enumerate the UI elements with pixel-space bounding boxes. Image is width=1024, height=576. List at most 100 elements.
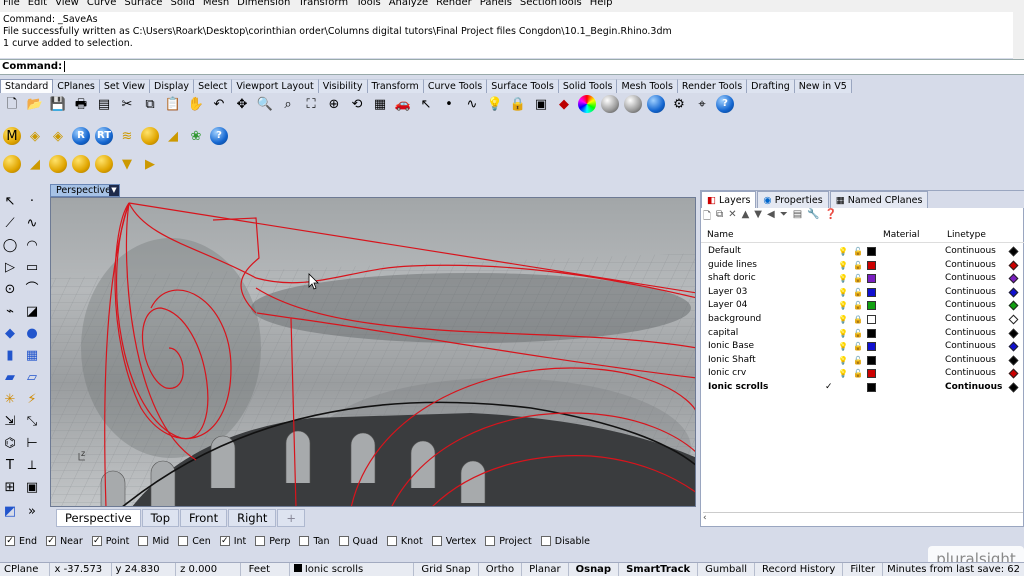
- unlock-icon[interactable]: 🔓: [853, 299, 863, 312]
- osnap-end[interactable]: ✓ End: [5, 536, 37, 547]
- layer-color-swatch[interactable]: [867, 342, 876, 352]
- layer-linetype[interactable]: Continuous: [945, 381, 1002, 394]
- unlock-icon[interactable]: 🔓: [853, 354, 863, 367]
- layer-row[interactable]: guide lines 💡 🔓 Continuous: [701, 259, 1024, 273]
- checkbox[interactable]: [338, 536, 349, 546]
- unlock-icon[interactable]: 🔓: [853, 286, 863, 299]
- move-arrows-icon[interactable]: ⇲: [1, 412, 19, 430]
- menu-view[interactable]: View: [52, 0, 84, 10]
- units[interactable]: Feet: [241, 563, 290, 576]
- select-icon[interactable]: ↖: [1, 192, 19, 210]
- checkbox[interactable]: ✓: [91, 536, 102, 546]
- checkbox[interactable]: [138, 536, 149, 546]
- environment-icon[interactable]: ❀: [187, 127, 205, 145]
- osnap-perp[interactable]: Perp: [255, 536, 290, 547]
- layer-linetype[interactable]: Continuous: [945, 259, 996, 272]
- directional-light-icon[interactable]: ◢: [26, 155, 44, 173]
- car-icon[interactable]: 🚗: [394, 95, 412, 113]
- sphere-solid-icon[interactable]: ●: [23, 324, 41, 342]
- osnap-quad[interactable]: Quad: [338, 536, 378, 547]
- bulb-icon[interactable]: 💡: [838, 340, 848, 353]
- unlock-icon[interactable]: 🔓: [853, 259, 863, 272]
- layer-color-swatch[interactable]: [867, 301, 876, 311]
- print-color-icon[interactable]: [1008, 341, 1019, 352]
- more-tools-icon[interactable]: »: [23, 502, 41, 520]
- tab-viewport-layout[interactable]: Viewport Layout: [232, 79, 319, 93]
- r-render-icon[interactable]: R: [72, 127, 90, 145]
- menu-mesh[interactable]: Mesh: [200, 0, 234, 10]
- menu-panels[interactable]: Panels: [477, 0, 517, 10]
- cut-icon[interactable]: ✂: [118, 95, 136, 113]
- rotate-view-icon[interactable]: ⟲: [348, 95, 366, 113]
- boolean-icon[interactable]: ▱: [23, 368, 41, 386]
- move-down-icon[interactable]: ▼: [754, 209, 762, 223]
- bulb-icon[interactable]: 💡: [838, 327, 848, 340]
- bulb-icon[interactable]: 💡: [838, 286, 848, 299]
- layer-row[interactable]: background 💡 🔒 Continuous: [701, 313, 1024, 327]
- checkbox[interactable]: [431, 536, 442, 546]
- tab-standard[interactable]: Standard: [0, 79, 54, 93]
- viewport-tab-perspective[interactable]: Perspective: [56, 509, 141, 527]
- unlock-icon[interactable]: 🔓: [853, 245, 863, 258]
- checkbox[interactable]: ✓: [5, 536, 15, 546]
- spotlight-icon[interactable]: ◢: [164, 127, 182, 145]
- layer-color-swatch[interactable]: [867, 260, 876, 270]
- scroll-left-icon[interactable]: ‹: [703, 513, 707, 523]
- layer-row[interactable]: shaft doric 💡 🔓 Continuous: [701, 272, 1024, 286]
- layer-linetype[interactable]: Continuous: [945, 327, 996, 340]
- layer-row[interactable]: Layer 03 💡 🔓 Continuous: [701, 286, 1024, 300]
- bulb-icon[interactable]: 💡: [838, 272, 848, 285]
- osnap-disable[interactable]: Disable: [540, 536, 590, 547]
- layer-linetype[interactable]: Continuous: [945, 367, 996, 380]
- osnap-point[interactable]: ✓ Point: [91, 536, 129, 547]
- checkbox[interactable]: ✓: [219, 536, 230, 546]
- layer-color-swatch[interactable]: [867, 383, 876, 392]
- layer-row[interactable]: Ionic crv 💡 🔓 Continuous: [701, 367, 1024, 381]
- layer-linetype[interactable]: Continuous: [945, 354, 996, 367]
- osnap-icon[interactable]: ⌖: [693, 95, 711, 113]
- viewport-title-tab[interactable]: Perspective ▼: [50, 184, 120, 197]
- tab-select[interactable]: Select: [194, 79, 233, 93]
- layer-help-icon[interactable]: ❓: [825, 209, 837, 223]
- viewport-menu-arrow-icon[interactable]: ▼: [109, 185, 119, 196]
- print-color-icon[interactable]: [1008, 328, 1019, 339]
- pipe-icon[interactable]: ⌬: [1, 434, 19, 452]
- tab-surface-tools[interactable]: Surface Tools: [487, 79, 559, 93]
- menu-file[interactable]: File: [0, 0, 25, 10]
- render-sphere-icon[interactable]: [647, 95, 665, 113]
- scale-icon[interactable]: ⤡: [23, 412, 41, 430]
- spot-light-icon[interactable]: ▼: [118, 155, 136, 173]
- checkbox[interactable]: [485, 536, 496, 546]
- light-bulb-icon[interactable]: 💡: [486, 95, 504, 113]
- col-material[interactable]: Material: [883, 230, 920, 240]
- linear-light-icon[interactable]: [95, 155, 113, 173]
- zoom-selected-icon[interactable]: ⊕: [325, 95, 343, 113]
- new-file-icon[interactable]: 🗋: [3, 95, 21, 113]
- properties-icon[interactable]: ▣: [532, 95, 550, 113]
- delete-layer-icon[interactable]: ✕: [728, 209, 736, 223]
- polygon-icon[interactable]: ⊙: [1, 280, 19, 298]
- mesh-icon[interactable]: ▦: [23, 346, 41, 364]
- print-color-icon[interactable]: [1008, 260, 1019, 271]
- point-icon[interactable]: •: [440, 95, 458, 113]
- checkbox[interactable]: [540, 536, 551, 546]
- layer-row[interactable]: Ionic Base 💡 🔓 Continuous: [701, 340, 1024, 354]
- layer-row[interactable]: Ionic Shaft 💡 🔓 Continuous: [701, 354, 1024, 368]
- layer-color-swatch[interactable]: [867, 287, 876, 297]
- m-ball-icon[interactable]: M: [3, 127, 21, 145]
- menu-analyze[interactable]: Analyze: [386, 0, 433, 10]
- trim-icon[interactable]: ⚡: [23, 390, 41, 408]
- dimension-icon[interactable]: ⊢: [23, 434, 41, 452]
- print-color-icon[interactable]: [1008, 314, 1019, 325]
- texture-tag-icon[interactable]: ◈: [49, 127, 67, 145]
- paste-icon[interactable]: 📋: [164, 95, 182, 113]
- status-grid-snap[interactable]: Grid Snap: [414, 563, 479, 576]
- material-tag-icon[interactable]: ◈: [26, 127, 44, 145]
- osnap-mid[interactable]: Mid: [138, 536, 169, 547]
- render-help-icon[interactable]: ?: [210, 127, 228, 145]
- tab-display[interactable]: Display: [150, 79, 195, 93]
- layer-linetype[interactable]: Continuous: [945, 245, 996, 258]
- print-color-icon[interactable]: [1008, 300, 1019, 311]
- status-osnap[interactable]: Osnap: [569, 563, 620, 576]
- layer-linetype[interactable]: Continuous: [945, 313, 996, 326]
